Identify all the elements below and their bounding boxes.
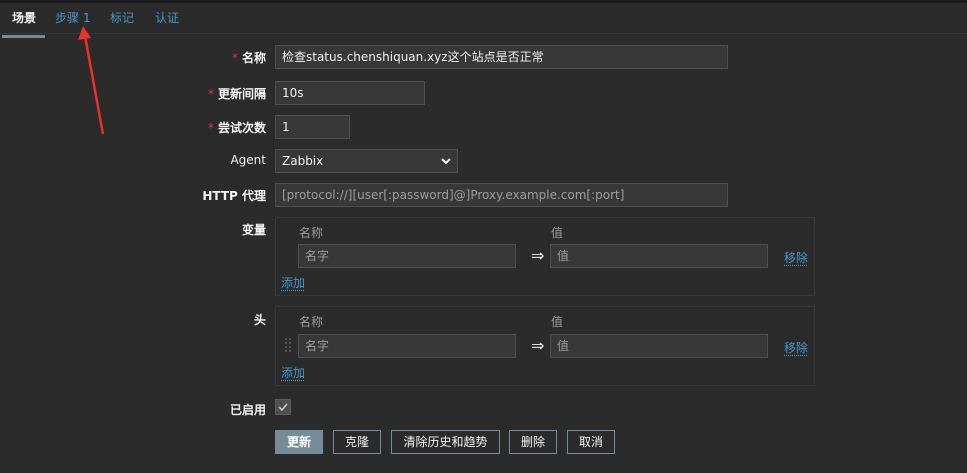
headers-col-value: 值 — [551, 315, 564, 329]
attempts-label: * 尝试次数 — [86, 119, 266, 136]
clear-history-button[interactable]: 清除历史和趋势 — [391, 430, 500, 454]
header-name-input[interactable]: 名字 — [298, 334, 516, 358]
headers-col-name: 名称 — [299, 315, 324, 329]
tab-steps[interactable]: 步骤 1 — [55, 4, 91, 34]
required-asterisk: * — [207, 87, 214, 101]
tab-steps-count: 1 — [83, 11, 91, 25]
drag-handle-icon[interactable] — [284, 337, 292, 353]
agent-label: Agent — [230, 153, 266, 167]
variable-value-placeholder: 值 — [557, 249, 570, 263]
interval-label: * 更新间隔 — [86, 85, 266, 102]
variable-name-input[interactable]: 名字 — [298, 244, 516, 268]
required-asterisk: * — [207, 121, 214, 135]
headers-panel: 名称 值 名字 ⇒ 值 移除 添加 — [275, 306, 815, 386]
tab-tags-label: 标记 — [110, 11, 135, 25]
chevron-down-icon — [441, 158, 451, 165]
update-button[interactable]: 更新 — [275, 430, 323, 454]
arrow-icon: ⇒ — [531, 336, 545, 355]
interval-label-text: 更新间隔 — [217, 87, 266, 101]
variables-col-value: 值 — [551, 226, 564, 240]
attempts-field[interactable]: 1 — [275, 115, 350, 139]
checkmark-icon — [278, 403, 288, 412]
attempts-field-value: 1 — [282, 120, 290, 134]
arrow-icon: ⇒ — [531, 246, 545, 265]
proxy-label: HTTP 代理 — [202, 189, 266, 203]
enabled-checkbox[interactable] — [275, 399, 291, 415]
variable-add-link[interactable]: 添加 — [281, 274, 305, 291]
tab-auth-label: 认证 — [155, 11, 180, 25]
enabled-label: 已启用 — [229, 403, 266, 417]
header-add-link[interactable]: 添加 — [281, 364, 305, 381]
tab-bar: 场景 步骤 1 标记 认证 — [0, 4, 967, 38]
tab-tags[interactable]: 标记 — [110, 4, 134, 34]
active-tab-indicator — [2, 35, 45, 38]
header-value-input[interactable]: 值 — [550, 334, 768, 358]
name-field-value: 检查status.chenshiquan.xyz这个站点是否正常 — [282, 50, 544, 64]
cancel-button[interactable]: 取消 — [567, 430, 615, 454]
agent-select-value: Zabbix — [282, 154, 324, 168]
proxy-field-placeholder: [protocol://][user[:password]@]Proxy.exa… — [282, 188, 625, 202]
proxy-field[interactable]: [protocol://][user[:password]@]Proxy.exa… — [275, 183, 728, 207]
variables-label: 变量 — [241, 223, 266, 237]
variable-name-placeholder: 名字 — [305, 249, 330, 263]
header-remove-link[interactable]: 移除 — [784, 339, 808, 356]
variable-remove-link[interactable]: 移除 — [784, 249, 808, 266]
tab-scenario-label: 场景 — [12, 11, 37, 25]
header-value-placeholder: 值 — [557, 339, 570, 353]
tab-auth[interactable]: 认证 — [155, 4, 179, 34]
delete-button[interactable]: 删除 — [509, 430, 557, 454]
variable-value-input[interactable]: 值 — [550, 244, 768, 268]
interval-field-value: 10s — [282, 86, 304, 100]
variables-panel: 名称 值 名字 ⇒ 值 移除 添加 — [275, 217, 815, 296]
variables-col-name: 名称 — [299, 226, 324, 240]
header-name-placeholder: 名字 — [305, 339, 330, 353]
tab-scenario[interactable]: 场景 — [12, 4, 36, 34]
name-label: * 名称 — [86, 49, 266, 66]
name-label-text: 名称 — [241, 51, 266, 65]
top-strip — [0, 0, 967, 3]
interval-field[interactable]: 10s — [275, 81, 425, 105]
agent-select[interactable]: Zabbix — [275, 149, 458, 173]
tab-steps-label: 步骤 — [55, 11, 80, 25]
name-field[interactable]: 检查status.chenshiquan.xyz这个站点是否正常 — [275, 45, 728, 69]
attempts-label-text: 尝试次数 — [217, 121, 266, 135]
headers-label: 头 — [253, 313, 266, 327]
clone-button[interactable]: 克隆 — [333, 430, 381, 454]
required-asterisk: * — [231, 51, 238, 65]
